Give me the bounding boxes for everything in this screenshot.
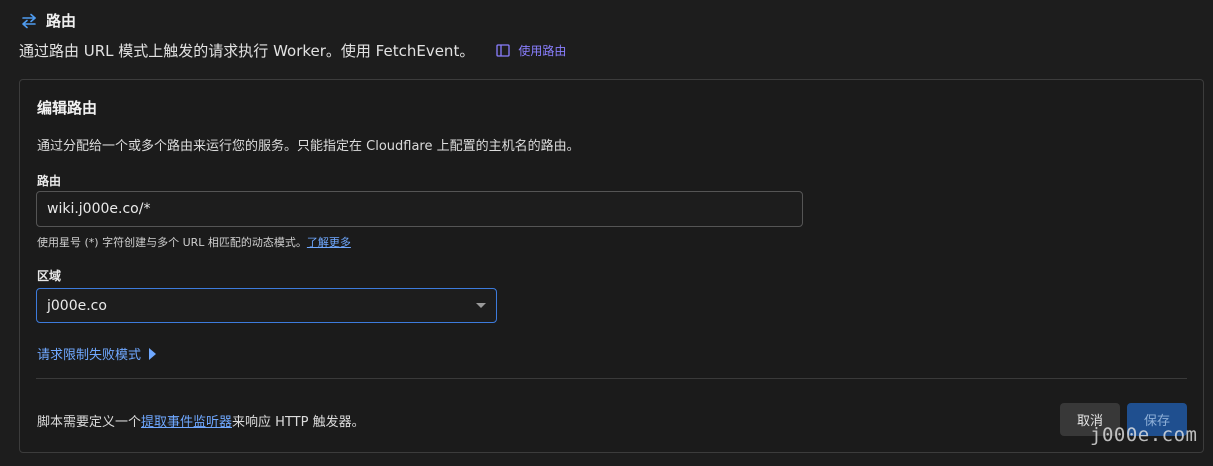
card-title: 编辑路由 (37, 99, 98, 117)
zone-selected-value: j000e.co (47, 297, 107, 314)
route-input[interactable] (36, 191, 803, 227)
page-header: 路由 (20, 10, 76, 31)
doc-link-label: 使用路由 (518, 44, 567, 58)
page-subtitle: 通过路由 URL 模式上触发的请求执行 Worker。使用 FetchEvent… (19, 40, 566, 61)
zone-select[interactable]: j000e.co (36, 288, 497, 323)
route-label: 路由 (37, 174, 62, 188)
learn-more-link[interactable]: 了解更多 (307, 236, 351, 249)
subtitle-text: 通过路由 URL 模式上触发的请求执行 Worker。使用 FetchEvent… (19, 42, 475, 60)
book-icon (496, 44, 510, 57)
chevron-down-icon (476, 303, 486, 308)
caret-right-icon (149, 347, 157, 360)
edit-route-card: 编辑路由 通过分配给一个或多个路由来运行您的服务。只能指定在 Cloudflar… (19, 79, 1204, 453)
footer-suffix: 来响应 HTTP 触发器。 (232, 415, 365, 430)
card-description: 通过分配给一个或多个路由来运行您的服务。只能指定在 Cloudflare 上配置… (37, 139, 580, 154)
divider (36, 378, 1187, 379)
failure-mode-label: 请求限制失败模式 (37, 348, 142, 363)
failure-mode-toggle[interactable]: 请求限制失败模式 (37, 344, 157, 363)
zone-label: 区域 (37, 269, 62, 283)
route-hint-text: 使用星号 (*) 字符创建与多个 URL 相匹配的动态模式。 (37, 236, 307, 249)
footer-prefix: 脚本需要定义一个 (37, 415, 142, 430)
swap-arrows-icon (22, 13, 36, 28)
footer-text: 脚本需要定义一个提取事件监听器来响应 HTTP 触发器。 (37, 411, 365, 430)
watermark: j000e.com (1090, 424, 1198, 446)
route-hint: 使用星号 (*) 字符创建与多个 URL 相匹配的动态模式。了解更多 (37, 234, 351, 250)
page-title: 路由 (46, 12, 77, 30)
fetch-event-listener-link[interactable]: 提取事件监听器 (141, 415, 232, 430)
use-routes-doc-link[interactable]: 使用路由 (496, 42, 566, 59)
